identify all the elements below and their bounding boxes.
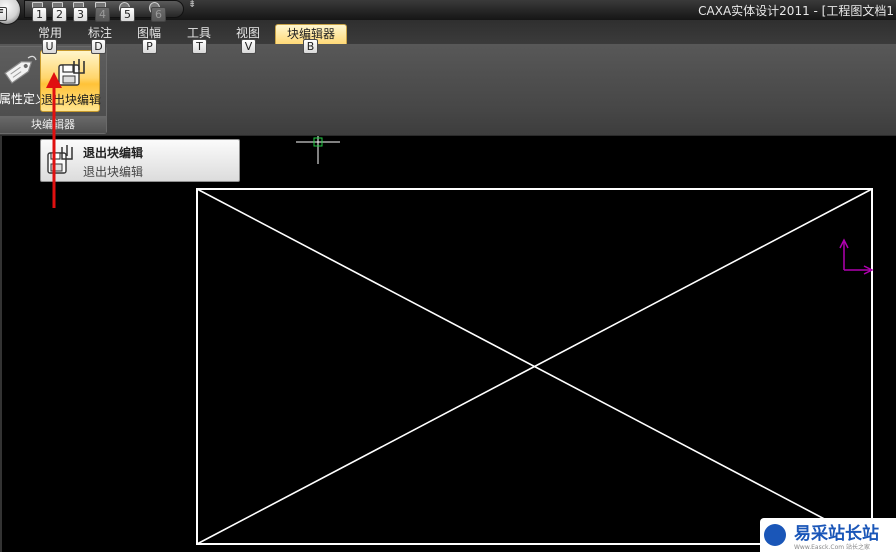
tooltip-description: 退出块编辑 — [83, 165, 144, 179]
watermark: 易采站长站 Www.Easck.Com 站长之家 — [760, 518, 896, 552]
keytip-tab-tools: T — [192, 39, 207, 54]
keytip-qat-1: 1 — [32, 7, 47, 22]
drawing-canvas[interactable] — [0, 106, 896, 552]
tooltip: 退出块编辑 退出块编辑 — [40, 139, 240, 182]
ribbon-panel: 属性定义 退出块编辑 块编辑器 — [0, 44, 896, 136]
keytip-tab-block-editor: B — [303, 39, 318, 54]
keytip-app-menu: F — [0, 7, 7, 21]
attribute-definition-button[interactable]: 属性定义 — [0, 50, 47, 112]
red-arrow-icon — [46, 72, 62, 208]
keytip-qat-2: 2 — [52, 7, 67, 22]
keytip-qat-5: 5 — [120, 7, 135, 22]
keytip-tab-sheet: P — [142, 39, 157, 54]
crosshair-cursor-icon — [296, 136, 340, 164]
watermark-name: 易采站长站 — [794, 524, 879, 544]
window-title: CAXA实体设计2011 - [工程图文档1 — [698, 4, 894, 18]
tooltip-title: 退出块编辑 — [83, 146, 144, 160]
keytip-tab-annotate: D — [91, 39, 106, 54]
ribbon-tab-strip: 常用 标注 图幅 工具 视图 块编辑器 — [0, 20, 896, 44]
keytip-qat-3: 3 — [73, 7, 88, 22]
keytip-tab-common: U — [42, 39, 57, 54]
watermark-logo-icon — [764, 524, 786, 546]
tag-icon — [4, 55, 37, 84]
keytip-qat-6: 6 — [151, 7, 166, 22]
canvas-left-border — [0, 136, 2, 552]
drawing-svg — [52, 106, 874, 545]
keytip-qat-4: 4 — [95, 7, 110, 22]
coordinate-axis-icon — [839, 238, 874, 275]
keytip-tab-view: V — [241, 39, 256, 54]
customize-qat-icon[interactable]: ⇟ — [188, 0, 196, 10]
watermark-url: Www.Easck.Com 站长之家 — [794, 544, 870, 551]
